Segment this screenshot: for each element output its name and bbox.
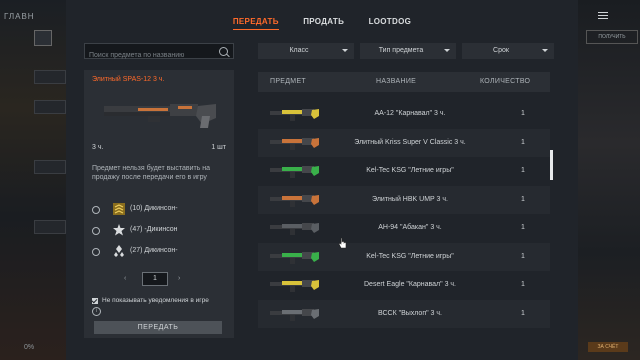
- table-row[interactable]: Элитный HBK UMP 3 ч. 1: [258, 185, 550, 214]
- selected-item-image: [104, 104, 216, 128]
- row-name: Элитный Kriss Super V Classic 3 ч.: [354, 138, 466, 146]
- recipient-option[interactable]: (10) Дикинсон-: [92, 202, 228, 218]
- row-quantity: 1: [521, 309, 525, 317]
- row-quantity: 1: [521, 110, 525, 117]
- weapon-thumbnail: [270, 166, 319, 178]
- tab-lootdog[interactable]: LOOTDOG: [369, 17, 412, 26]
- background-button: ПОЛУЧИТЬ: [586, 30, 638, 44]
- row-name: Desert Eagle "Карнавал" 3 ч.: [364, 281, 456, 288]
- info-icon[interactable]: i: [92, 307, 101, 316]
- table-row[interactable]: ВССК "Выхлоп" 3 ч. 1: [258, 299, 550, 328]
- row-quantity: 1: [521, 224, 525, 231]
- row-name: АА-12 "Карнавал" 3 ч.: [374, 110, 446, 117]
- column-header-name: НАЗВАНИЕ: [376, 78, 417, 85]
- table-row[interactable]: Desert Eagle "Карнавал" 3 ч. 1: [258, 271, 550, 299]
- menu-icon[interactable]: [598, 12, 608, 21]
- search-icon[interactable]: [219, 47, 228, 56]
- transfer-hint: Предмет нельзя будет выставить на продаж…: [92, 165, 211, 181]
- chevron-right-icon[interactable]: ›: [178, 275, 180, 282]
- recipient-label: (27) Дикинсон-: [130, 247, 178, 254]
- table-row[interactable]: АА-12 "Карнавал" 3 ч. 1: [258, 100, 550, 128]
- background-right: ПОЛУЧИТЬ ЗА СЧЁТ: [578, 0, 640, 360]
- top-tabs: ПЕРЕДАТЬ ПРОДАТЬ LOOTDOG: [66, 11, 578, 30]
- search-box: [84, 43, 234, 63]
- recipient-option[interactable]: (47) -Дикинсон: [92, 223, 228, 239]
- row-name: АН-94 "Абакан" 3 ч.: [378, 224, 442, 231]
- chevron-down-icon: [444, 49, 450, 52]
- radio-button[interactable]: [92, 248, 100, 256]
- selected-item-panel: Элитный SPAS-12 3 ч. 3 ч. 1 шт Предмет н…: [84, 70, 234, 338]
- row-name: Kel-Tec KSG "Летние игры": [366, 167, 454, 174]
- weapon-thumbnail: [270, 251, 319, 264]
- selected-item-count: 1 шт: [211, 144, 226, 151]
- row-name: ВССК "Выхлоп" 3 ч.: [378, 309, 442, 317]
- tab-transfer[interactable]: ПЕРЕДАТЬ: [232, 17, 279, 30]
- background-slot: [34, 220, 66, 234]
- selected-item-title: Элитный SPAS-12 3 ч.: [92, 76, 165, 83]
- table-header: ПРЕДМЕТ НАЗВАНИЕ КОЛИЧЕСТВО: [258, 72, 550, 92]
- background-tile-icon: [34, 30, 52, 46]
- filter-class-label: Класс: [289, 47, 309, 54]
- weapon-thumbnail: [270, 280, 319, 292]
- weapon-thumbnail: [270, 194, 319, 207]
- table-row[interactable]: Kel-Tec KSG "Летние игры" 1: [258, 157, 550, 185]
- background-slot: [34, 160, 66, 174]
- mouse-cursor-icon: [338, 237, 347, 249]
- filter-term-label: Срок: [493, 47, 509, 54]
- filter-term-dropdown[interactable]: Срок: [462, 43, 554, 59]
- filter-type-label: Тип предмета: [378, 47, 424, 54]
- rank-star-icon: [113, 224, 125, 236]
- radio-button[interactable]: [92, 206, 100, 214]
- background-title: ГЛАВН: [4, 12, 35, 21]
- column-header-qty: КОЛИЧЕСТВО: [480, 78, 531, 85]
- weapon-thumbnail: [270, 308, 319, 321]
- recipient-label: (47) -Дикинсон: [130, 226, 178, 233]
- row-quantity: 1: [521, 138, 525, 146]
- rank-chevron-icon: [113, 203, 125, 215]
- background-button-bottom: ЗА СЧЁТ: [588, 342, 628, 352]
- row-quantity: 1: [521, 281, 525, 288]
- table-row[interactable]: АН-94 "Абакан" 3 ч. 1: [258, 214, 550, 242]
- filter-class-dropdown[interactable]: Класс: [258, 43, 354, 59]
- quantity-stepper: ‹ 1 ›: [112, 272, 208, 286]
- recipient-label: (10) Дикинсон-: [130, 205, 178, 212]
- table-row[interactable]: Kel-Tec KSG "Летние игры" 1: [258, 242, 550, 271]
- quantity-input[interactable]: 1: [142, 272, 168, 286]
- row-quantity: 1: [521, 195, 525, 203]
- recipient-option[interactable]: (27) Дикинсон-: [92, 244, 228, 260]
- row-quantity: 1: [521, 252, 525, 260]
- background-slot: [34, 100, 66, 114]
- background-slot: [34, 70, 66, 84]
- chevron-left-icon[interactable]: ‹: [124, 275, 126, 282]
- table-row[interactable]: Элитный Kriss Super V Classic 3 ч. 1: [258, 128, 550, 157]
- weapon-thumbnail: [270, 223, 319, 235]
- notify-checkbox-label: Не показывать уведомления в игре: [102, 297, 209, 304]
- filter-type-dropdown[interactable]: Тип предмета: [360, 43, 456, 59]
- row-name: Элитный HBK UMP 3 ч.: [372, 195, 448, 203]
- search-input[interactable]: [85, 48, 215, 63]
- chevron-down-icon: [342, 49, 348, 52]
- transfer-modal: ПЕРЕДАТЬ ПРОДАТЬ LOOTDOG Класс Тип предм…: [66, 0, 578, 360]
- weapon-thumbnail: [270, 109, 319, 121]
- transfer-button[interactable]: ПЕРЕДАТЬ: [94, 321, 222, 334]
- notify-checkbox[interactable]: [92, 298, 98, 304]
- weapon-thumbnail: [270, 137, 319, 150]
- notify-checkbox-row[interactable]: Не показывать уведомления в игре: [92, 297, 232, 307]
- scrollbar-thumb[interactable]: [550, 150, 553, 180]
- tab-sell[interactable]: ПРОДАТЬ: [303, 17, 344, 26]
- background-left: ГЛАВН 0%: [0, 0, 66, 360]
- chevron-down-icon: [542, 49, 548, 52]
- row-quantity: 1: [521, 167, 525, 174]
- selected-item-duration: 3 ч.: [92, 144, 104, 151]
- row-name: Kel-Tec KSG "Летние игры": [366, 252, 454, 260]
- column-header-item: ПРЕДМЕТ: [270, 78, 306, 85]
- radio-button[interactable]: [92, 227, 100, 235]
- rank-diamond-icon: [114, 245, 124, 257]
- background-percent: 0%: [24, 344, 35, 351]
